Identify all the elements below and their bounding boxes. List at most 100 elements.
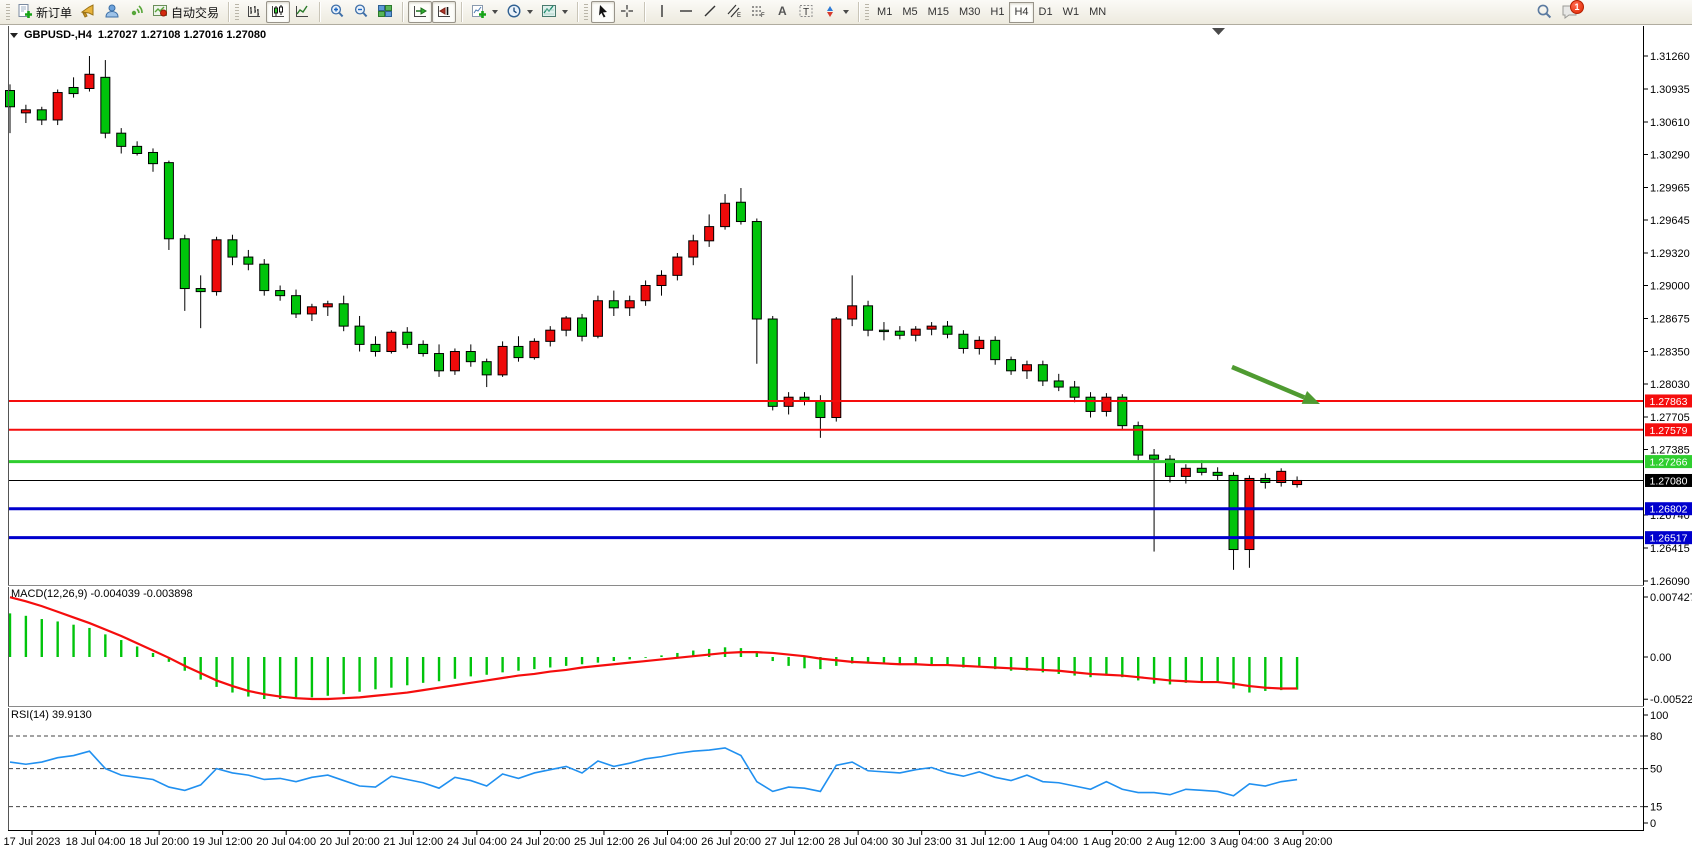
toolbar-separator <box>577 2 578 22</box>
svg-text:A: A <box>778 4 787 18</box>
text-label-button[interactable]: T <box>794 1 818 23</box>
cursor-button[interactable] <box>591 1 615 23</box>
chart-ohlc-quotes: 1.27027 1.27108 1.27016 1.27080 <box>98 29 266 41</box>
chevron-down-icon <box>527 10 533 14</box>
price-axis-label: 1.27705 <box>1650 412 1690 424</box>
autotrading-icon <box>152 3 168 22</box>
toolbar-separator <box>402 2 403 22</box>
mt4-window: 新订单 自动交易 <box>0 0 1692 853</box>
chart-symbol-period: GBPUSD-,H4 <box>24 29 92 41</box>
rsi-axis-label: 100 <box>1650 710 1668 722</box>
one-click-trading-toggle-icon[interactable] <box>10 33 18 38</box>
price-axis-label: 1.28350 <box>1650 347 1690 359</box>
timeframe-m15-button[interactable]: M15 <box>923 2 954 23</box>
mql5-community-button[interactable] <box>100 1 124 23</box>
notifications-button[interactable]: 1 <box>1557 2 1583 24</box>
bar-chart-button[interactable] <box>242 1 266 23</box>
crosshair-button[interactable] <box>615 1 639 23</box>
vertical-line-icon <box>654 3 670 22</box>
time-axis-label: 18 Jul 20:00 <box>129 836 189 848</box>
zoom-out-button[interactable] <box>349 1 373 23</box>
timeframe-w1-button[interactable]: W1 <box>1058 2 1085 23</box>
tile-windows-button[interactable] <box>373 1 397 23</box>
time-axis-label: 25 Jul 12:00 <box>574 836 634 848</box>
templates-button[interactable] <box>537 1 572 23</box>
toolbar-separator <box>644 2 645 22</box>
chevron-down-icon <box>492 10 498 14</box>
macd-axis-label: -0.005226 <box>1650 694 1692 706</box>
time-axis-label: 21 Jul 12:00 <box>383 836 443 848</box>
fibonacci-button[interactable]: F <box>746 1 770 23</box>
price-badge-value: 1.27266 <box>1650 457 1688 469</box>
toolbar-group-scroll <box>405 0 459 24</box>
chart-title: GBPUSD-,H4 1.27027 1.27108 1.27016 1.270… <box>10 29 266 41</box>
toolbar-group-objects: E F A T <box>647 0 856 24</box>
candlestick-chart-button[interactable] <box>266 1 290 23</box>
price-axis-label: 1.28675 <box>1650 314 1690 326</box>
arrows-button[interactable] <box>818 1 853 23</box>
price-axis-label: 1.29320 <box>1650 248 1690 260</box>
time-axis-label: 20 Jul 04:00 <box>256 836 316 848</box>
price-badge-value: 1.26802 <box>1650 504 1688 516</box>
templates-icon <box>541 3 557 22</box>
signals-button[interactable] <box>124 1 148 23</box>
rsi-axis-label: 50 <box>1650 764 1662 776</box>
timeframe-mn-button[interactable]: MN <box>1084 2 1111 23</box>
chart-background <box>0 26 1692 853</box>
price-axis-label: 1.26090 <box>1650 576 1690 588</box>
search-button[interactable] <box>1532 2 1557 24</box>
timeframe-m5-button[interactable]: M5 <box>897 2 922 23</box>
trendline-button[interactable] <box>698 1 722 23</box>
toolbar-group-timeframes: M1 M5 M15 M30 H1 H4 D1 W1 MN <box>861 0 1114 24</box>
timeframe-m30-button[interactable]: M30 <box>954 2 985 23</box>
toolbar-grip <box>235 4 239 20</box>
notification-count-badge: 1 <box>1570 0 1584 14</box>
price-axis-label: 1.29645 <box>1650 215 1690 227</box>
timeframe-d1-button[interactable]: D1 <box>1034 2 1058 23</box>
zoom-in-button[interactable] <box>325 1 349 23</box>
auto-scroll-icon <box>412 3 428 22</box>
text-label-icon: T <box>798 3 814 22</box>
new-order-button[interactable]: 新订单 <box>13 1 76 23</box>
price-axis-label: 1.27385 <box>1650 445 1690 457</box>
periods-button[interactable] <box>502 1 537 23</box>
toolbar-separator <box>858 2 859 22</box>
text-icon: A <box>774 3 790 22</box>
horizontal-line-button[interactable] <box>674 1 698 23</box>
autotrading-button[interactable]: 自动交易 <box>148 1 223 23</box>
toolbar-group-zoom <box>322 0 400 24</box>
toolbar-right-group: 1 <box>1532 1 1583 25</box>
chart-canvas[interactable]: 1.312601.309351.306101.302901.299651.296… <box>0 0 1692 853</box>
toolbar-group-cursor <box>580 0 642 24</box>
equidistant-channel-button[interactable]: E <box>722 1 746 23</box>
timeframe-h1-button[interactable]: H1 <box>985 2 1009 23</box>
chevron-down-icon <box>843 10 849 14</box>
timeframe-h4-button[interactable]: H4 <box>1009 2 1033 23</box>
time-axis-label: 2 Aug 12:00 <box>1147 836 1206 848</box>
rsi-axis-label: 80 <box>1650 731 1662 743</box>
new-order-label: 新订单 <box>36 4 72 21</box>
price-axis-label: 1.26415 <box>1650 543 1690 555</box>
text-button[interactable]: A <box>770 1 794 23</box>
rsi-axis-label: 0 <box>1650 818 1656 830</box>
time-axis-label: 31 Jul 12:00 <box>955 836 1015 848</box>
timeframe-m1-button[interactable]: M1 <box>872 2 897 23</box>
crosshair-icon <box>619 3 635 22</box>
candlestick-chart-icon <box>270 3 286 22</box>
line-chart-button[interactable] <box>290 1 314 23</box>
toolbar-grip <box>865 4 869 20</box>
horn-button[interactable] <box>76 1 100 23</box>
mql5-community-icon <box>104 3 120 22</box>
chart-shift-icon <box>436 3 452 22</box>
macd-axis-label: 0.00 <box>1650 652 1671 664</box>
price-axis-label: 1.31260 <box>1650 51 1690 63</box>
rsi-indicator-label: RSI(14) 39.9130 <box>11 709 92 721</box>
chevron-down-icon <box>562 10 568 14</box>
vertical-line-button[interactable] <box>650 1 674 23</box>
bar-chart-icon <box>246 3 262 22</box>
toolbar-group-insert <box>464 0 575 24</box>
indicators-button[interactable] <box>467 1 502 23</box>
auto-scroll-button[interactable] <box>408 1 432 23</box>
time-axis-label: 3 Aug 04:00 <box>1210 836 1269 848</box>
chart-shift-button[interactable] <box>432 1 456 23</box>
